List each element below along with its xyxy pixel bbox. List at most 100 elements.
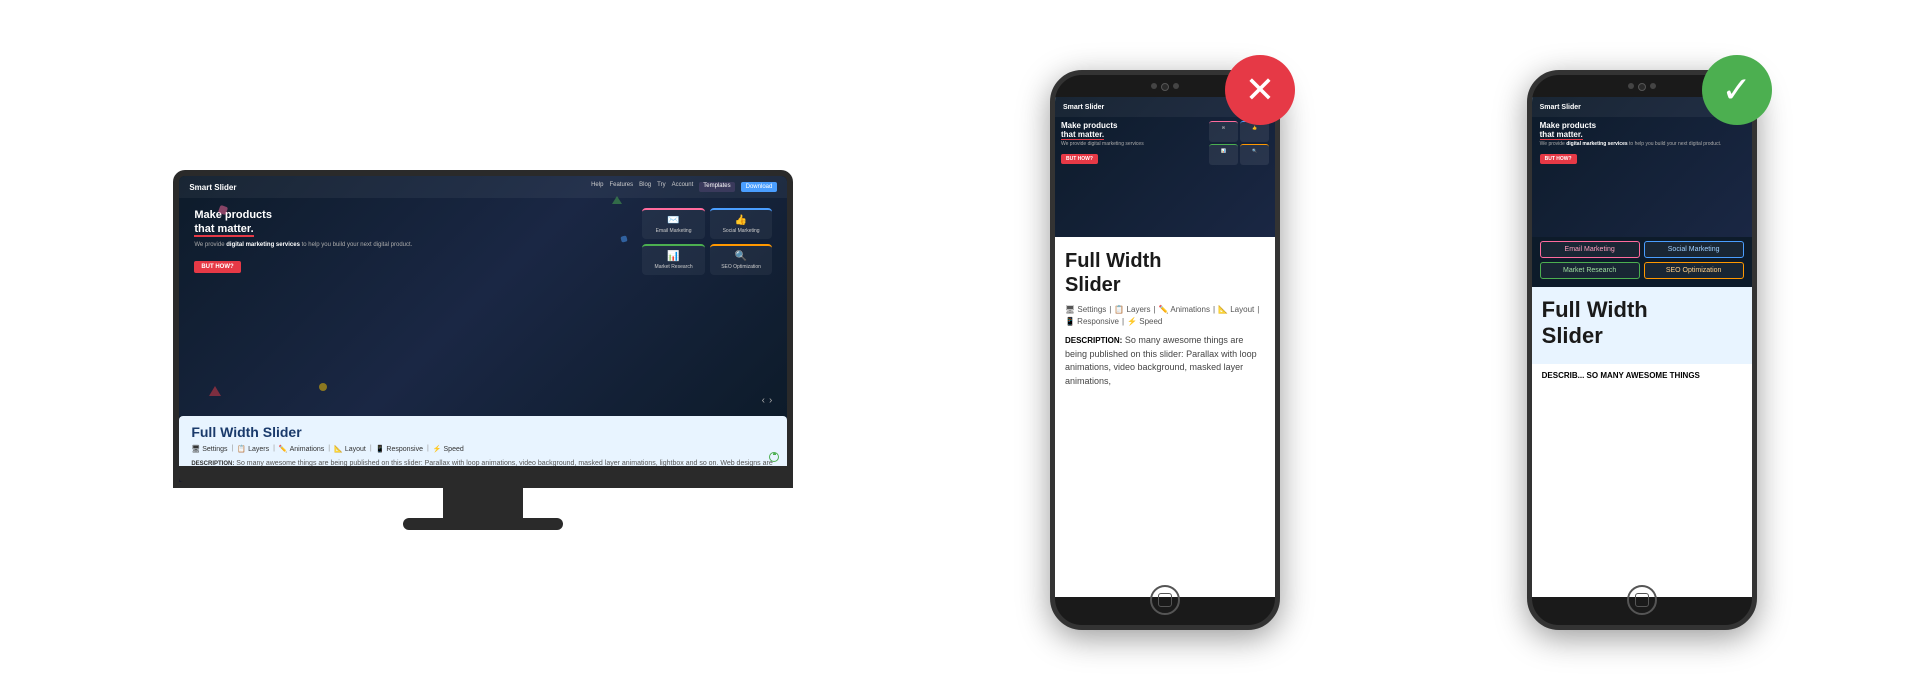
tag-settings-bad: 🖥 Settings xyxy=(1065,305,1106,314)
nav-templates-btn[interactable]: Templates xyxy=(699,182,734,192)
phone-bad-grid: ✉ 👍 📊 🔍 xyxy=(1209,121,1269,165)
tag-layout-bad: 📐 Layout xyxy=(1218,305,1254,314)
slider-headline: Make products that matter. xyxy=(194,208,627,237)
nav-link-blog[interactable]: Blog xyxy=(639,182,651,192)
phone-bad-home-btn[interactable] xyxy=(1150,585,1180,615)
market-icon: 📊 xyxy=(647,251,700,262)
slider-card-social: 👍 Social Marketing xyxy=(710,208,773,239)
slider-card-seo: 🔍 SEO Optimization xyxy=(710,244,773,275)
slider-preview: Smart Slider Help Features Blog Try Acco… xyxy=(179,176,787,416)
tag-speed[interactable]: ⚡ Speed xyxy=(433,445,464,453)
phone-bad-desc-label: DESCRIPTION: xyxy=(1065,336,1122,345)
deco-circle-1 xyxy=(319,383,327,391)
social-icon: 👍 xyxy=(715,215,768,226)
nav-link-try[interactable]: Try xyxy=(657,182,665,192)
phone-bad-card-1: ✉ xyxy=(1209,121,1238,142)
phone-bad-desc: DESCRIPTION: So many awesome things are … xyxy=(1065,334,1265,388)
phone-good-cards: Email Marketing Social Marketing Market … xyxy=(1532,237,1752,287)
nav-link-help[interactable]: Help xyxy=(591,182,603,192)
phone-bad: Smart Slider ≡ Make productsthat matter.… xyxy=(1050,70,1280,630)
email-icon: ✉️ xyxy=(647,215,700,226)
phone-bad-container: ✕ Smart Slider ≡ Make productsthat matte… xyxy=(1050,70,1280,630)
tag-responsive-bad: 📱 Responsive xyxy=(1065,317,1119,326)
error-icon: ✕ xyxy=(1245,69,1275,111)
tag-responsive[interactable]: 📱 Responsive xyxy=(376,445,423,453)
phone-good-content: Make productsthat matter. We provide dig… xyxy=(1532,117,1752,169)
phone-bad-headline: Make productsthat matter. xyxy=(1061,121,1203,139)
phone-bad-screen: Smart Slider ≡ Make productsthat matter.… xyxy=(1055,97,1275,597)
slider-navbar: Smart Slider Help Features Blog Try Acco… xyxy=(179,176,787,198)
phone-bad-text: Make productsthat matter. We provide dig… xyxy=(1061,121,1203,165)
slider-card-market: 📊 Market Research xyxy=(642,244,705,275)
monitor-stand xyxy=(443,488,523,518)
phone-good-info-title: Full WidthSlider xyxy=(1542,297,1742,350)
slider-arrows: ‹ › xyxy=(762,395,773,406)
success-badge: ✓ xyxy=(1702,55,1772,125)
phone-good-container: ✓ Smart Slider ≡ Make productsthat matte… xyxy=(1527,70,1757,630)
phone-good-cta[interactable]: BUT HOW? xyxy=(1540,154,1577,164)
good-card-seo: SEO Optimization xyxy=(1644,262,1744,279)
arrow-left-icon[interactable]: ‹ xyxy=(762,395,765,406)
tag-layers-bad: 📋 Layers xyxy=(1114,305,1150,314)
phone-good-home-btn[interactable] xyxy=(1627,585,1657,615)
tag-animations-bad: ✏️ Animations xyxy=(1159,305,1210,314)
deco-triangle-1 xyxy=(209,386,221,396)
phone-bad-info: Full Width Slider 🖥 Settings | 📋 Layers … xyxy=(1055,237,1275,400)
slider-cards-grid: ✉️ Email Marketing 👍 Social Marketing 📊 … xyxy=(642,208,772,275)
phone-good-info: Full WidthSlider xyxy=(1532,287,1752,364)
slider-logo: Smart Slider xyxy=(189,183,236,192)
phone-good-headline: Make productsthat matter. xyxy=(1540,121,1744,139)
success-icon: ✓ xyxy=(1722,69,1752,111)
phone-bad-info-title: Full Width Slider xyxy=(1065,249,1265,297)
slider-cta-button[interactable]: BUT HOW? xyxy=(194,261,240,273)
phone-good-desc-label: DESCRIB... So many awesome things xyxy=(1542,371,1700,380)
phone-bad-cta[interactable]: BUT HOW? xyxy=(1061,154,1098,164)
good-card-market: Market Research xyxy=(1540,262,1640,279)
slider-card-email: ✉️ Email Marketing xyxy=(642,208,705,239)
monitor-foot xyxy=(403,518,563,530)
email-label: Email Marketing xyxy=(647,228,700,234)
phone-good-camera xyxy=(1628,83,1656,91)
info-card: Full Width Slider 🖥 Settings | 📋 Layers … xyxy=(179,416,787,466)
good-card-email: Email Marketing xyxy=(1540,241,1640,258)
phone-good-desc-section: DESCRIB... So many awesome things xyxy=(1532,364,1752,388)
phone-good-desc: DESCRIB... So many awesome things xyxy=(1542,370,1742,382)
phone-good-logo: Smart Slider xyxy=(1540,104,1581,111)
headline-line2: that matter. xyxy=(194,223,253,237)
monitor-base xyxy=(179,466,793,482)
error-badge: ✕ xyxy=(1225,55,1295,125)
social-label: Social Marketing xyxy=(715,228,768,234)
camera-dot-1 xyxy=(1151,83,1157,89)
seo-icon: 🔍 xyxy=(715,251,768,262)
camera-lens xyxy=(1161,83,1169,91)
phone-good: Smart Slider ≡ Make productsthat matter.… xyxy=(1527,70,1757,630)
tag-speed-bad: ⚡ Speed xyxy=(1127,317,1162,326)
slider-nav-links: Help Features Blog Try Account Templates… xyxy=(591,182,777,192)
slider-content: Make products that matter. We provide di… xyxy=(179,198,787,285)
seo-label: SEO Optimization xyxy=(715,264,768,270)
nav-download-btn[interactable]: Download xyxy=(741,182,778,192)
nav-link-features[interactable]: Features xyxy=(609,182,633,192)
phone-bad-logo: Smart Slider xyxy=(1063,104,1104,111)
arrow-right-icon[interactable]: › xyxy=(769,395,772,406)
monitor-screen: Smart Slider Help Features Blog Try Acco… xyxy=(179,176,787,466)
tag-layers[interactable]: 📋 Layers xyxy=(237,445,269,453)
good-card-social: Social Marketing xyxy=(1644,241,1744,258)
info-card-desc: DESCRIPTION: So many awesome things are … xyxy=(191,459,775,466)
slider-text-column: Make products that matter. We provide di… xyxy=(194,208,627,273)
phone-good-screen: Smart Slider ≡ Make productsthat matter.… xyxy=(1532,97,1752,597)
camera-lens-2 xyxy=(1638,83,1646,91)
camera-dot-2 xyxy=(1173,83,1179,89)
desktop-section: Smart Slider Help Features Blog Try Acco… xyxy=(163,170,803,530)
camera-dot-4 xyxy=(1650,83,1656,89)
tag-settings[interactable]: 🖥 Settings xyxy=(191,445,227,453)
tag-layout[interactable]: 📐 Layout xyxy=(334,445,366,453)
phone-bad-camera xyxy=(1151,83,1179,91)
tag-animations[interactable]: ✏️ Animations xyxy=(279,445,324,453)
desc-label: DESCRIPTION: xyxy=(191,461,234,466)
phone-bad-card-4: 🔍 xyxy=(1240,144,1269,165)
phone-bad-content: Make productsthat matter. We provide dig… xyxy=(1055,117,1275,169)
info-card-tags: 🖥 Settings | 📋 Layers | ✏️ Animations | … xyxy=(191,445,775,453)
phone-bad-info-tags: 🖥 Settings | 📋 Layers | ✏️ Animations | … xyxy=(1065,305,1265,326)
nav-link-account[interactable]: Account xyxy=(672,182,694,192)
